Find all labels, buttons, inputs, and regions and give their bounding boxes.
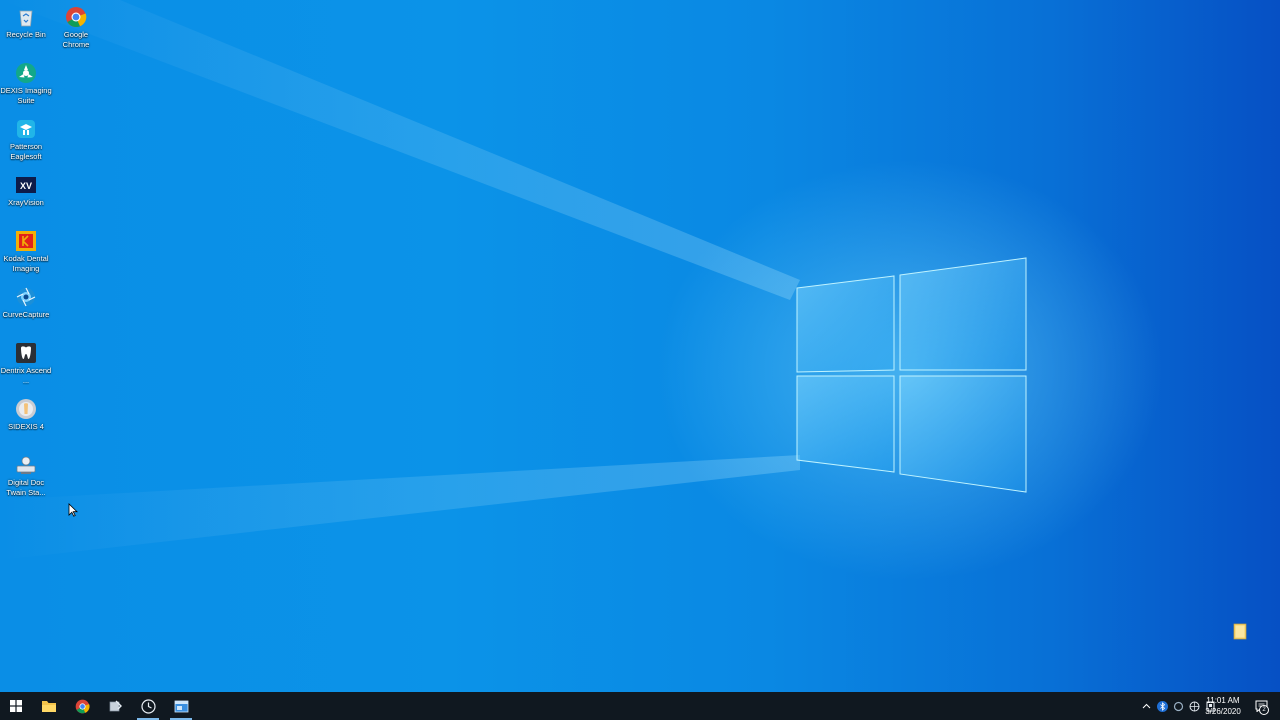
clock-time: 11:01 AM — [1206, 696, 1240, 705]
tray-sync[interactable] — [1170, 692, 1186, 720]
digital-doc-icon — [16, 456, 36, 474]
xrayvision-icon: XV — [16, 177, 36, 193]
dexis-icon — [16, 63, 36, 83]
dentrix-icon — [16, 343, 36, 363]
desktop-icon-label: Kodak Dental Imaging — [3, 254, 49, 273]
desktop-icon-label: Patterson Eaglesoft — [9, 142, 43, 161]
chrome-icon — [66, 7, 87, 27]
sync-icon — [1173, 701, 1183, 711]
taskbar-clock-app[interactable] — [132, 692, 164, 720]
recycle-bin-icon — [19, 10, 33, 27]
desktop-icon-dexis[interactable]: DEXIS Imaging Suite — [0, 62, 52, 106]
desktop-icon-recycle-bin[interactable]: Recycle Bin — [0, 6, 52, 40]
desktop[interactable]: Recycle Bin Google Chrome DEXIS Imaging … — [0, 0, 1280, 692]
wallpaper-windows-logo — [0, 0, 1027, 560]
desktop-icon-label: Digital Doc Twain Sta... — [6, 478, 46, 497]
taskbar: 11:01 AM 3/26/2020 2 — [0, 692, 1280, 720]
desktop-icon-label: CurveCapture — [2, 310, 50, 319]
clock-app-icon — [140, 698, 156, 714]
desktop-icon-google-chrome[interactable]: Google Chrome — [50, 6, 102, 50]
desktop-icon-label: SIDEXIS 4 — [8, 422, 44, 431]
desktop-icon-dentrix-ascend[interactable]: Dentrix Ascend ... — [0, 342, 52, 386]
tray-bluetooth[interactable] — [1154, 692, 1170, 720]
taskbar-chrome[interactable] — [66, 692, 98, 720]
file-explorer-icon — [42, 701, 56, 712]
taskbar-app[interactable] — [99, 692, 131, 720]
clock-date: 3/26/2020 — [1205, 707, 1241, 716]
start-button[interactable] — [0, 692, 32, 720]
desktop-icon-label: Google Chrome — [62, 30, 90, 49]
desktop-icon-label: XrayVision — [8, 198, 44, 207]
show-hidden-icons-button[interactable] — [1138, 692, 1154, 720]
chevron-up-icon — [1142, 703, 1150, 709]
network-icon — [1189, 701, 1199, 711]
action-center-button[interactable]: 2 — [1250, 692, 1272, 720]
sidexis-icon — [16, 399, 36, 419]
curvecapture-icon — [16, 287, 36, 307]
taskbar-file-explorer[interactable] — [33, 692, 65, 720]
desktop-icon-digital-doc[interactable]: Digital Doc Twain Sta... — [0, 454, 52, 498]
desktop-icon-kodak[interactable]: Kodak Dental Imaging — [0, 230, 52, 274]
taskbar-clock[interactable]: 11:01 AM 3/26/2020 — [1200, 695, 1246, 717]
folder-icon[interactable] — [1232, 623, 1248, 643]
desktop-icon-label: Recycle Bin — [6, 30, 46, 39]
notification-count-badge: 2 — [1259, 705, 1269, 715]
kodak-icon — [16, 231, 36, 251]
desktop-icon-curvecapture[interactable]: CurveCapture — [0, 286, 52, 320]
window-app-icon — [174, 700, 188, 712]
desktop-icon-label: Dentrix Ascend ... — [0, 366, 52, 385]
desktop-icon-sidexis[interactable]: SIDEXIS 4 — [0, 398, 52, 432]
app-icon — [109, 700, 122, 711]
taskbar-window-app[interactable] — [165, 692, 197, 720]
desktop-icon-label: DEXIS Imaging Suite — [0, 86, 52, 105]
svg-text:XV: XV — [20, 181, 32, 191]
chrome-icon — [75, 699, 90, 713]
eaglesoft-icon — [17, 120, 35, 138]
mouse-cursor-icon — [68, 503, 78, 517]
bluetooth-icon — [1156, 700, 1168, 712]
desktop-icon-xrayvision[interactable]: XV XrayVision — [0, 174, 52, 208]
desktop-icon-eaglesoft[interactable]: Patterson Eaglesoft — [0, 118, 52, 162]
start-icon — [10, 700, 22, 712]
